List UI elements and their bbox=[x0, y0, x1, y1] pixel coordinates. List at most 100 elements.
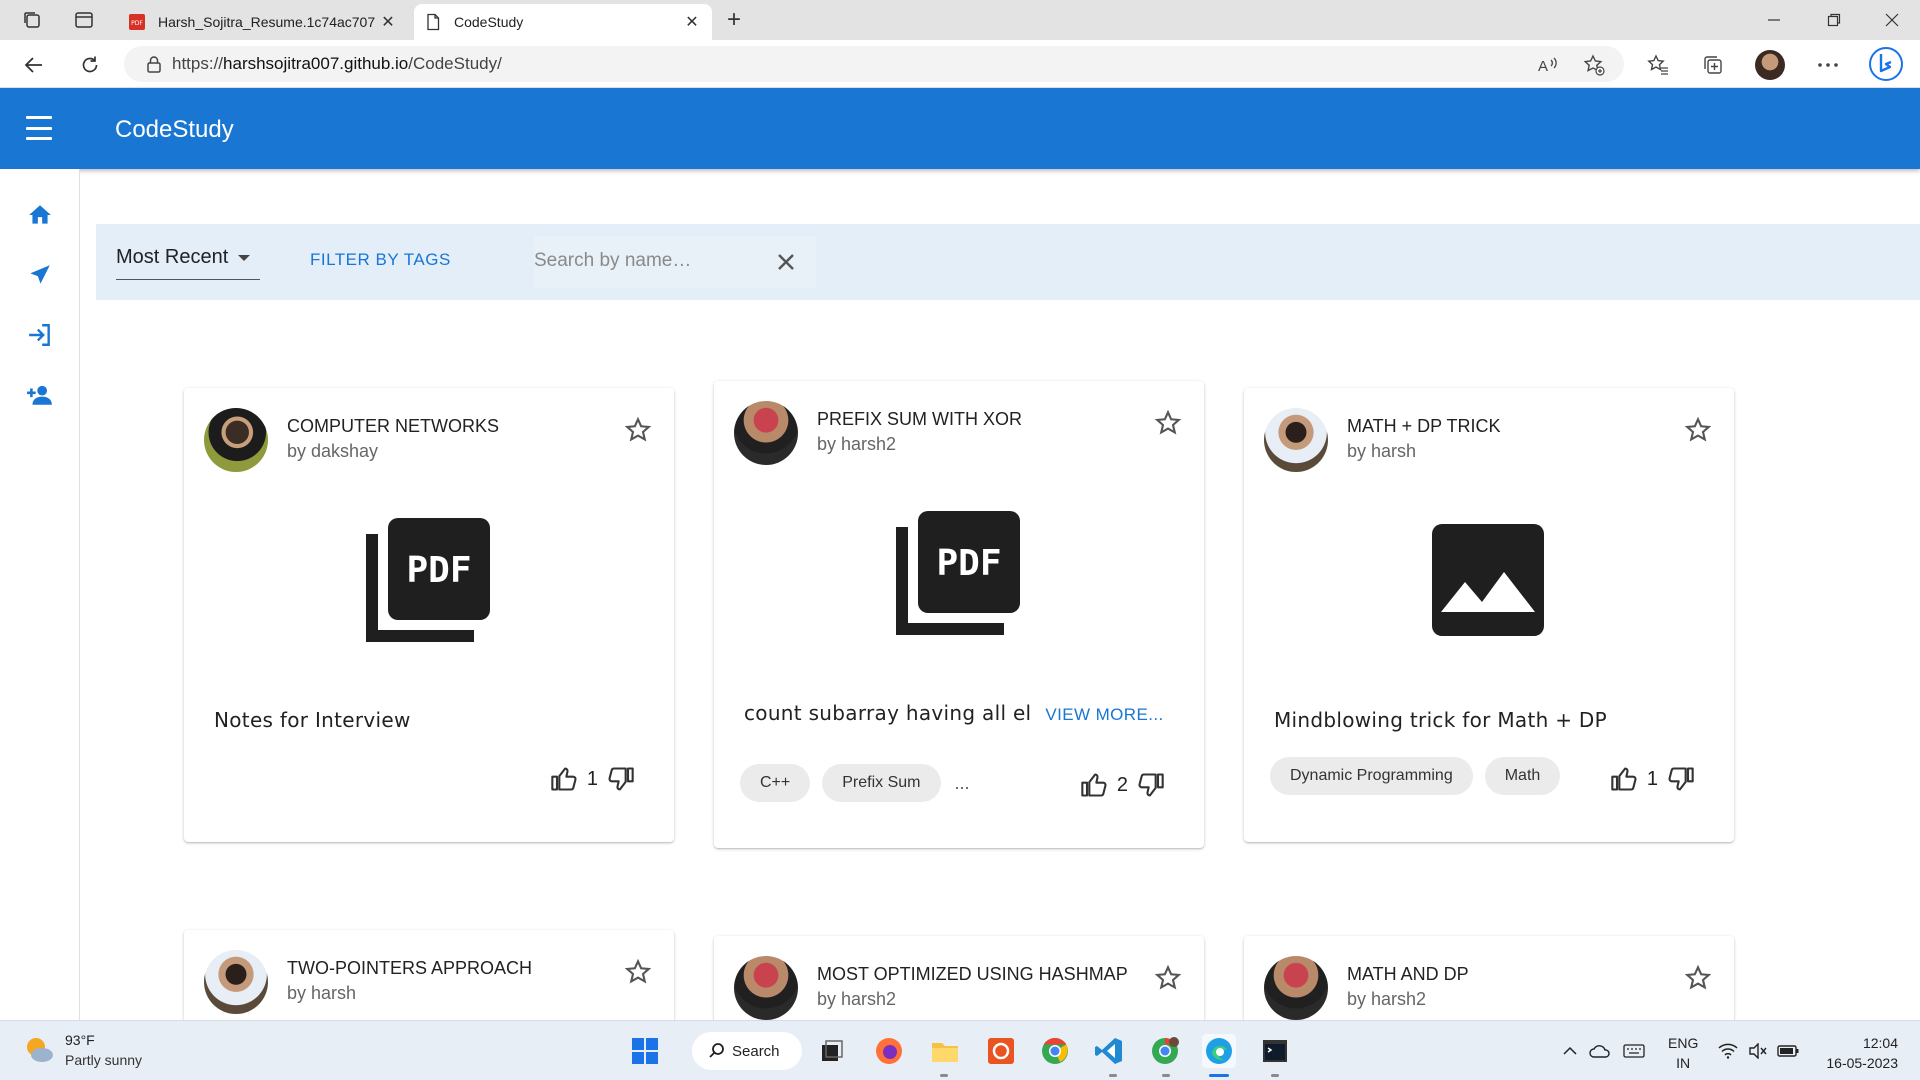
address-bar[interactable]: https://harshsojitra007.github.io/CodeSt… bbox=[124, 46, 1624, 82]
post-card[interactable]: TWO-POINTERS APPROACH by harsh bbox=[184, 930, 674, 1020]
favorites-icon[interactable] bbox=[1642, 49, 1674, 81]
running-indicator bbox=[1162, 1074, 1170, 1077]
thumb-up-icon[interactable] bbox=[1609, 764, 1639, 794]
keyboard-icon[interactable] bbox=[1622, 1039, 1646, 1063]
minimize-button[interactable] bbox=[1746, 0, 1802, 40]
tag-chip[interactable]: Dynamic Programming bbox=[1270, 757, 1473, 795]
refresh-icon[interactable] bbox=[74, 49, 106, 81]
browser-tab-strip: PDF Harsh_Sojitra_Resume.1c74ac707 ✕ Cod… bbox=[0, 0, 1920, 40]
clock-date: 16-05-2023 bbox=[1826, 1055, 1898, 1071]
lock-icon[interactable] bbox=[146, 55, 162, 73]
author-avatar[interactable] bbox=[1264, 408, 1328, 472]
post-description: count subarray having all el VIEW MORE... bbox=[744, 701, 1164, 725]
ubuntu-icon[interactable] bbox=[984, 1034, 1018, 1068]
search-icon bbox=[709, 1043, 724, 1058]
firefox-icon[interactable] bbox=[872, 1034, 906, 1068]
tag-chip[interactable]: Prefix Sum bbox=[822, 764, 941, 802]
star-icon[interactable] bbox=[1154, 409, 1182, 437]
thumb-up-icon[interactable] bbox=[549, 764, 579, 794]
tab-actions-icon[interactable] bbox=[70, 6, 98, 34]
more-tags-indicator[interactable]: ... bbox=[955, 773, 970, 794]
start-icon[interactable] bbox=[628, 1034, 662, 1068]
author-avatar[interactable] bbox=[734, 401, 798, 465]
star-icon[interactable] bbox=[1684, 416, 1712, 444]
filter-by-tags-button[interactable]: FILTER BY TAGS bbox=[310, 250, 451, 270]
post-card[interactable]: PREFIX SUM WITH XOR by harsh2 PDF count … bbox=[714, 381, 1204, 848]
clear-icon[interactable] bbox=[774, 250, 798, 274]
collections-icon[interactable] bbox=[1697, 49, 1729, 81]
bing-chat-icon[interactable] bbox=[1866, 44, 1906, 84]
task-view-icon[interactable] bbox=[815, 1034, 849, 1068]
post-title: COMPUTER NETWORKS bbox=[287, 416, 500, 436]
menu-icon[interactable] bbox=[26, 116, 52, 140]
tag-list: C++ Prefix Sum ... bbox=[740, 764, 970, 802]
thumb-down-icon[interactable] bbox=[1136, 770, 1166, 800]
read-aloud-icon[interactable]: A bbox=[1532, 49, 1564, 81]
back-icon[interactable] bbox=[18, 49, 50, 81]
new-tab-button[interactable]: + bbox=[720, 6, 748, 34]
close-tab-icon[interactable]: ✕ bbox=[682, 12, 702, 32]
weather-desc[interactable]: Partly sunny bbox=[65, 1052, 142, 1068]
sort-select[interactable]: Most Recent bbox=[116, 246, 260, 280]
system-clock[interactable]: 12:04 16-05-2023 bbox=[1818, 1033, 1898, 1073]
thumb-down-icon[interactable] bbox=[1666, 764, 1696, 794]
chrome-icon[interactable] bbox=[1038, 1034, 1072, 1068]
close-window-button[interactable] bbox=[1864, 0, 1920, 40]
vscode-icon[interactable] bbox=[1092, 1034, 1126, 1068]
star-icon[interactable] bbox=[624, 416, 652, 444]
post-card[interactable]: MATH AND DP by harsh2 bbox=[1244, 936, 1734, 1020]
login-icon[interactable] bbox=[24, 319, 56, 351]
tag-chip[interactable]: Math bbox=[1484, 757, 1561, 795]
tag-chip[interactable]: C++ bbox=[740, 764, 811, 802]
chrome-profile-icon[interactable] bbox=[1148, 1034, 1182, 1068]
star-icon[interactable] bbox=[1154, 964, 1182, 992]
star-icon[interactable] bbox=[624, 958, 652, 986]
file-explorer-icon[interactable] bbox=[928, 1034, 962, 1068]
taskbar-search[interactable]: Search bbox=[692, 1032, 802, 1070]
home-icon[interactable] bbox=[24, 199, 56, 231]
battery-icon[interactable] bbox=[1776, 1039, 1800, 1063]
thumb-up-icon[interactable] bbox=[1079, 770, 1109, 800]
restore-button[interactable] bbox=[1806, 0, 1862, 40]
send-icon[interactable] bbox=[24, 259, 56, 291]
weather-temp[interactable]: 93°F bbox=[65, 1032, 95, 1048]
post-description: Notes for Interview bbox=[214, 708, 411, 732]
view-more-link[interactable]: VIEW MORE... bbox=[1045, 705, 1163, 724]
close-tab-icon[interactable]: ✕ bbox=[378, 12, 398, 32]
author-avatar[interactable] bbox=[204, 408, 268, 472]
tab-resume[interactable]: PDF Harsh_Sojitra_Resume.1c74ac707 ✕ bbox=[118, 4, 408, 40]
tab-title: CodeStudy bbox=[454, 14, 524, 30]
edge-icon[interactable] bbox=[1202, 1034, 1236, 1068]
partly-sunny-icon[interactable] bbox=[22, 1033, 56, 1067]
post-description-text: count subarray having all el bbox=[744, 701, 1032, 725]
wifi-icon[interactable] bbox=[1716, 1039, 1740, 1063]
add-user-icon[interactable] bbox=[24, 379, 56, 411]
region-code: IN bbox=[1676, 1055, 1691, 1071]
app-brand[interactable]: CodeStudy bbox=[115, 116, 234, 144]
author-avatar[interactable] bbox=[204, 950, 268, 1014]
search-input[interactable] bbox=[534, 246, 764, 276]
post-author: by dakshay bbox=[287, 441, 379, 461]
like-count: 1 bbox=[1646, 767, 1658, 790]
workspaces-icon[interactable] bbox=[18, 6, 46, 34]
more-menu-icon[interactable] bbox=[1812, 49, 1844, 81]
chevron-up-icon[interactable] bbox=[1558, 1039, 1582, 1063]
post-card[interactable]: MATH + DP TRICK by harsh Mindblowing tri… bbox=[1244, 388, 1734, 842]
post-author: by harsh2 bbox=[817, 434, 897, 454]
add-favorite-icon[interactable] bbox=[1578, 49, 1610, 81]
tab-codestudy[interactable]: CodeStudy ✕ bbox=[414, 4, 712, 40]
vote-controls: 2 bbox=[1079, 770, 1166, 800]
speaker-muted-icon[interactable] bbox=[1746, 1039, 1770, 1063]
star-icon[interactable] bbox=[1684, 964, 1712, 992]
post-card[interactable]: COMPUTER NETWORKS by dakshay PDF Notes f… bbox=[184, 388, 674, 842]
onedrive-icon[interactable] bbox=[1588, 1039, 1612, 1063]
pdf-file-icon: PDF bbox=[129, 14, 145, 30]
taskbar-search-label: Search bbox=[732, 1042, 780, 1060]
author-avatar[interactable] bbox=[1264, 956, 1328, 1020]
profile-avatar[interactable] bbox=[1755, 50, 1785, 80]
author-avatar[interactable] bbox=[734, 956, 798, 1020]
post-card[interactable]: MOST OPTIMIZED USING HASHMAP by harsh2 bbox=[714, 936, 1204, 1020]
terminal-icon[interactable] bbox=[1258, 1034, 1292, 1068]
language-indicator[interactable]: ENG IN bbox=[1668, 1033, 1698, 1073]
thumb-down-icon[interactable] bbox=[606, 764, 636, 794]
